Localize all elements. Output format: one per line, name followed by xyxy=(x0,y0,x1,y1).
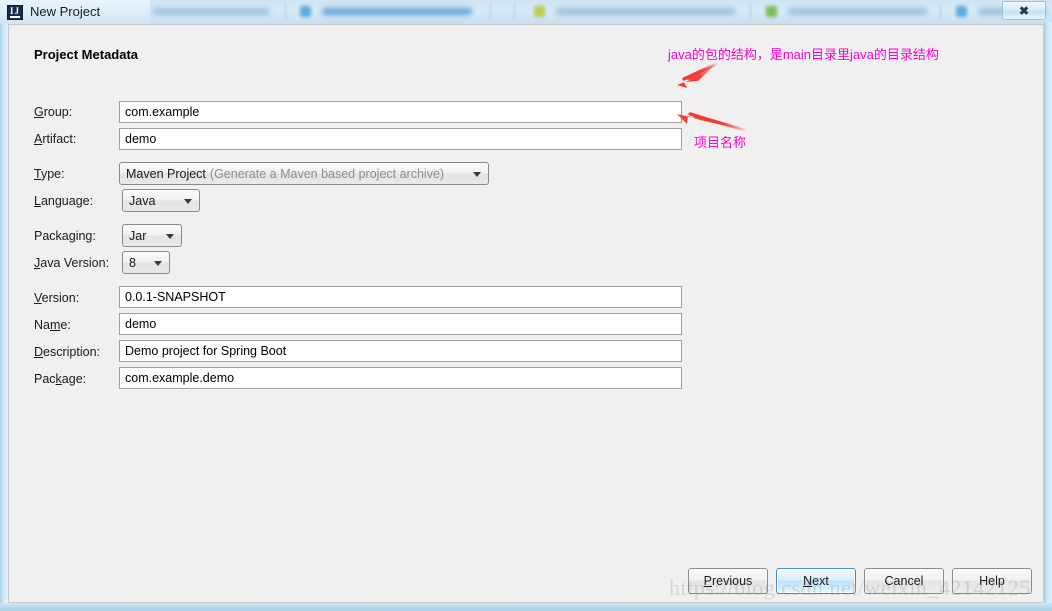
label-version: Version: xyxy=(34,291,80,305)
version-input[interactable] xyxy=(119,286,682,308)
java-version-select[interactable]: 8 xyxy=(122,251,170,274)
language-select[interactable]: Java xyxy=(122,189,200,212)
chevron-down-icon xyxy=(154,260,162,266)
window-frame-bottom xyxy=(0,603,1052,611)
java-version-select-value: 8 xyxy=(129,255,136,270)
window-title: New Project xyxy=(30,4,101,19)
artifact-input[interactable] xyxy=(119,128,682,150)
description-input[interactable] xyxy=(119,340,682,362)
dialog-client-area: Project Metadata Group: Artifact: Type: … xyxy=(8,24,1044,603)
type-select-value: Maven Project xyxy=(126,166,206,181)
annotation-note-bottom: 项目名称 xyxy=(694,135,747,150)
type-select-subtext: (Generate a Maven based project archive) xyxy=(209,166,445,181)
label-packaging: Packaging: xyxy=(34,229,96,243)
watermark-text: https://blog.csdn.net/weixin_42142125 xyxy=(669,575,1031,600)
label-package: Package: xyxy=(34,372,87,386)
packaging-select[interactable]: Jar xyxy=(122,224,182,247)
page-title: Project Metadata xyxy=(34,47,139,62)
name-input[interactable] xyxy=(119,313,682,335)
title-bar[interactable]: IJ New Project ✖ xyxy=(0,0,1052,24)
label-java-version: Java Version: xyxy=(34,256,110,270)
window-frame-left xyxy=(0,22,8,611)
chevron-down-icon xyxy=(166,233,174,239)
label-name: Name: xyxy=(34,318,71,332)
label-description: Description: xyxy=(34,345,101,359)
label-artifact: Artifact: xyxy=(34,132,77,146)
chevron-down-icon xyxy=(184,198,192,204)
window-frame-right xyxy=(1044,22,1052,611)
intellij-idea-icon: IJ xyxy=(7,5,23,20)
label-type: Type: xyxy=(34,167,65,181)
new-project-dialog-window: IJ New Project ✖ Project Metadata Group:… xyxy=(0,0,1052,611)
annotation-note-top: java的包的结构，是main目录里java的目录结构 xyxy=(668,47,939,62)
group-input[interactable] xyxy=(119,101,682,123)
language-select-value: Java xyxy=(129,193,156,208)
close-icon[interactable]: ✖ xyxy=(1002,1,1046,20)
label-group: Group: xyxy=(34,105,73,119)
close-glyph: ✖ xyxy=(1018,3,1030,18)
packaging-select-value: Jar xyxy=(129,228,147,243)
package-input[interactable] xyxy=(119,367,682,389)
chevron-down-icon xyxy=(473,171,481,177)
type-select[interactable]: Maven Project (Generate a Maven based pr… xyxy=(119,162,489,185)
label-language: Language: xyxy=(34,194,94,208)
